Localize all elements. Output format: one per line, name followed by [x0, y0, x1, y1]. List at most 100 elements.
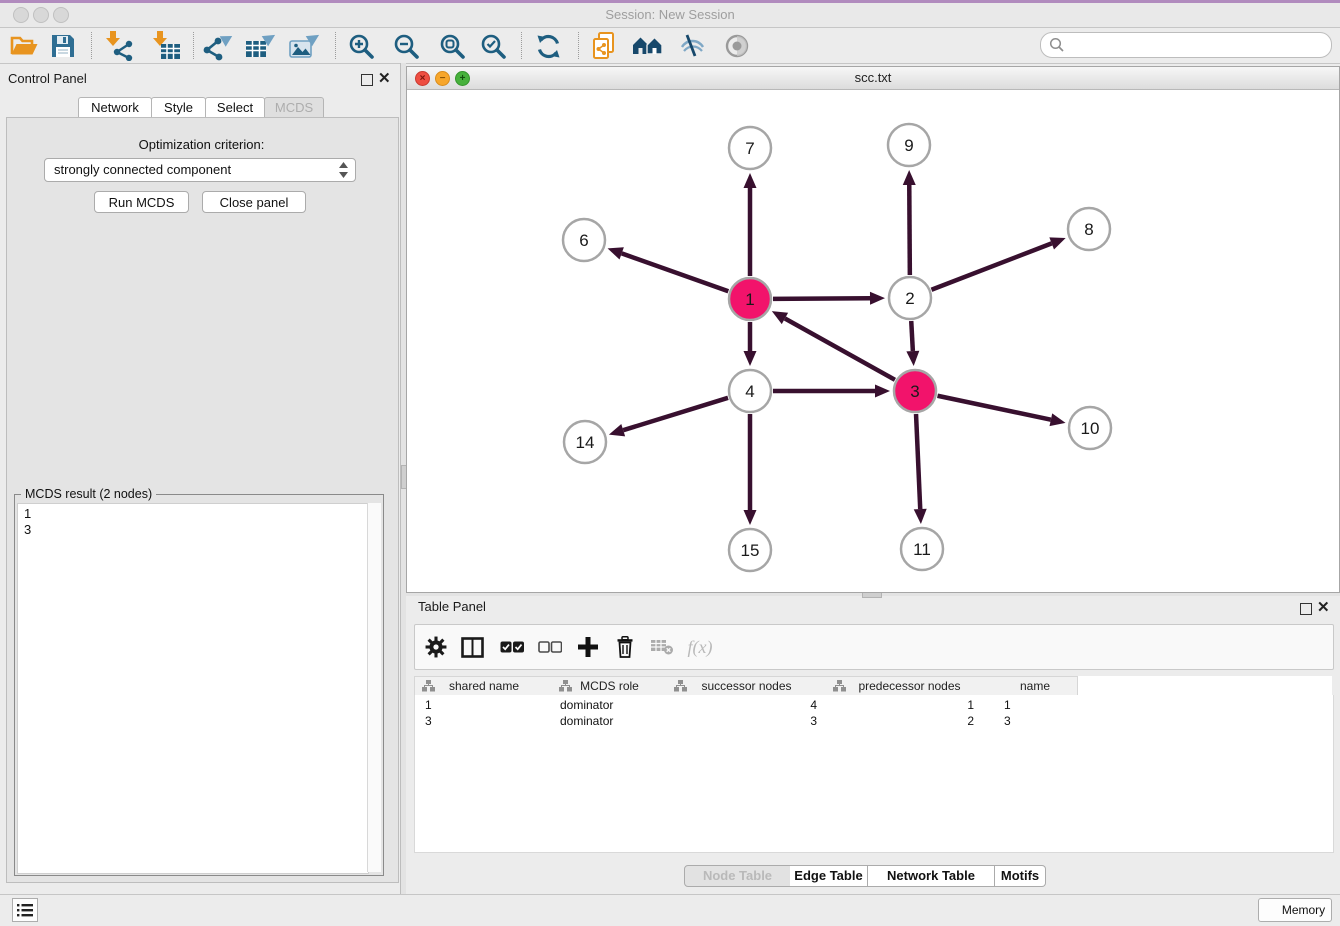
graph-edge-1-2[interactable] [773, 298, 870, 299]
export-image-button[interactable] [287, 30, 323, 62]
delete-column-button[interactable] [609, 632, 641, 662]
column-header-predecessor-nodes[interactable]: predecessor nodes [826, 676, 994, 696]
add-column-button[interactable] [572, 632, 604, 662]
graph-edge-arrow [744, 351, 757, 366]
mcds-result-textarea[interactable]: 1 3 [17, 503, 369, 874]
list-icon [17, 904, 33, 917]
optimization-criterion-label: Optimization criterion: [6, 137, 397, 152]
table-settings-button[interactable] [420, 632, 452, 662]
mcds-result-title: MCDS result (2 nodes) [21, 487, 156, 501]
graph-edge-arrow [1050, 413, 1066, 426]
network-canvas[interactable]: 1234678910111415 [407, 89, 1337, 591]
column-header-successor-nodes[interactable]: successor nodes [667, 676, 827, 696]
task-history-button[interactable] [12, 898, 38, 922]
global-search-input[interactable] [1069, 35, 1323, 55]
duplicate-network-button[interactable] [586, 30, 622, 62]
close-panel-button[interactable]: Close panel [202, 191, 306, 213]
show-all-button[interactable] [719, 30, 755, 62]
first-neighbors-button[interactable] [630, 30, 666, 62]
toolbar-separator [335, 32, 336, 59]
graph-edge-3-1[interactable] [785, 318, 895, 379]
graph-edge-arrow [608, 247, 624, 259]
column-header-name[interactable]: name [993, 676, 1078, 696]
optimization-select[interactable]: strongly connected component [44, 158, 356, 182]
graph-node-label: 11 [913, 540, 931, 559]
column-header-shared-name[interactable]: shared name [414, 676, 554, 696]
zoom-selected-button[interactable] [475, 30, 511, 62]
apply-layout-button[interactable] [530, 30, 566, 62]
import-table-button[interactable] [147, 30, 183, 62]
tab-style[interactable]: Style [151, 97, 206, 119]
plus-icon [578, 637, 598, 657]
toolbar-separator [521, 32, 522, 59]
column-label: successor nodes [701, 679, 791, 693]
select-arrows-icon [339, 162, 348, 178]
table-panel-close-button[interactable]: ✕ [1317, 602, 1330, 614]
mcds-result-line: 1 [24, 506, 31, 522]
tab-edge-table[interactable]: Edge Table [790, 865, 868, 887]
node-table-body: 1 dominator 4 1 1 3 dominator 3 2 3 [414, 695, 1334, 853]
show-columns-button[interactable] [456, 632, 488, 662]
import-network-icon [102, 31, 134, 61]
graph-node-label: 3 [910, 382, 919, 401]
graph-edge-arrow [914, 509, 927, 524]
export-network-button[interactable] [200, 30, 236, 62]
zoom-out-button[interactable] [388, 30, 424, 62]
export-table-button[interactable] [243, 30, 279, 62]
graph-node-label: 15 [741, 541, 760, 560]
cell-predecessor-nodes: 1 [827, 697, 974, 713]
graph-edge-2-3[interactable] [911, 321, 913, 351]
graph-edge-2-8[interactable] [931, 243, 1051, 289]
tab-select[interactable]: Select [205, 97, 265, 119]
tab-motifs[interactable]: Motifs [995, 865, 1046, 887]
graph-node-label: 9 [904, 136, 913, 155]
table-panel-float-button[interactable] [1300, 603, 1312, 615]
graph-edge-3-11[interactable] [916, 414, 920, 509]
eye-slash-icon [678, 34, 706, 58]
graph-edge-1-6[interactable] [622, 253, 729, 291]
delete-table-icon [650, 639, 674, 655]
checked-boxes-icon [500, 641, 524, 653]
function-builder-button[interactable]: f(x) [684, 632, 716, 662]
refresh-icon [535, 33, 562, 60]
duplicate-network-icon [590, 31, 618, 61]
graph-node-label: 2 [905, 289, 914, 308]
memory-label: Memory [1282, 903, 1325, 917]
global-search [1040, 32, 1332, 58]
graph-edge-3-10[interactable] [938, 396, 1051, 420]
zoom-in-button[interactable] [343, 30, 379, 62]
graph-edge-4-14[interactable] [623, 398, 728, 430]
delete-table-button[interactable] [646, 632, 678, 662]
export-image-icon [288, 31, 322, 61]
memory-button[interactable]: Memory [1258, 898, 1332, 922]
graph-edge-2-9[interactable] [909, 185, 910, 275]
toolbar-separator [193, 32, 194, 59]
export-table-icon [244, 31, 278, 61]
zoom-out-icon [393, 33, 420, 60]
eye-icon [723, 34, 751, 58]
hide-selected-button[interactable] [674, 30, 710, 62]
import-table-icon [149, 31, 181, 61]
open-folder-icon [9, 33, 39, 59]
open-session-button[interactable] [6, 30, 42, 62]
column-header-mcds-role[interactable]: MCDS role [552, 676, 668, 696]
mcds-result-group: MCDS result (2 nodes) 1 3 [14, 494, 384, 876]
tab-node-table[interactable]: Node Table [684, 865, 791, 887]
import-network-button[interactable] [100, 30, 136, 62]
save-session-button[interactable] [45, 30, 81, 62]
select-all-columns-button[interactable] [496, 632, 528, 662]
graph-node-label: 14 [576, 433, 595, 452]
cell-shared-name: 1 [425, 697, 545, 713]
tab-network-table[interactable]: Network Table [868, 865, 995, 887]
run-mcds-button[interactable]: Run MCDS [94, 191, 189, 213]
tab-mcds[interactable]: MCDS [264, 97, 324, 119]
zoom-in-icon [348, 33, 375, 60]
control-panel-float-button[interactable] [361, 74, 373, 86]
graph-edge-arrow [1049, 237, 1065, 249]
result-scrollbar[interactable] [367, 503, 381, 872]
zoom-fit-button[interactable] [434, 30, 470, 62]
control-panel-close-button[interactable]: ✕ [378, 73, 391, 85]
unselect-all-columns-button[interactable] [534, 632, 566, 662]
graph-node-label: 10 [1081, 419, 1100, 438]
tab-network[interactable]: Network [78, 97, 152, 119]
